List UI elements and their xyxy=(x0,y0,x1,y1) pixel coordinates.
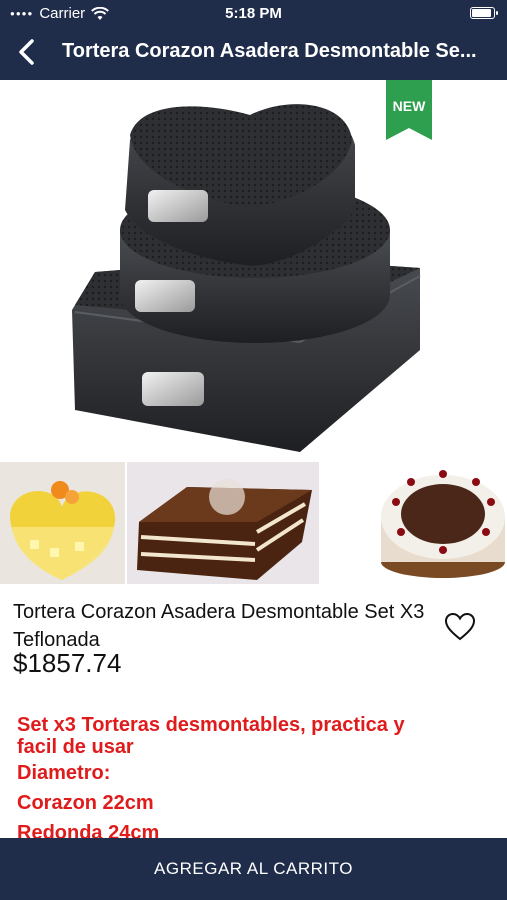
status-bar: ●●●● Carrier 5:18 PM xyxy=(0,0,507,28)
add-to-cart-button[interactable]: AGREGAR AL CARRITO xyxy=(0,838,507,900)
new-badge-label-wrap: NEW xyxy=(386,80,432,140)
product-price: $1857.74 xyxy=(13,648,122,678)
favorite-button[interactable] xyxy=(444,612,476,642)
status-time: 5:18 PM xyxy=(225,5,282,22)
description-line: Redonda 24cm xyxy=(17,822,160,838)
navigation-bar: ●●●● Carrier 5:18 PM Tortera Corazon Asa… xyxy=(0,0,507,80)
chevron-left-icon xyxy=(19,39,34,65)
black-forest-cake-thumbnail xyxy=(321,462,507,584)
product-main-image[interactable]: NEW xyxy=(0,80,507,462)
heart-cake-thumbnail xyxy=(0,462,125,584)
thumbnail-3[interactable] xyxy=(321,462,507,584)
heart-outline-icon xyxy=(444,612,476,641)
add-to-cart-label: AGREGAR AL CARRITO xyxy=(154,859,353,878)
nav-title: Tortera Corazon Asadera Desmontable Se..… xyxy=(62,40,477,62)
battery-icon xyxy=(470,7,498,19)
chocolate-cake-thumbnail xyxy=(127,462,319,584)
description-line: Corazon 22cm xyxy=(17,792,154,814)
description-line: Diametro: xyxy=(17,762,111,784)
product-description: Set x3 Torteras desmontables, practica y… xyxy=(17,710,487,838)
battery-level xyxy=(472,9,491,17)
back-button[interactable] xyxy=(12,36,40,68)
thumbnail-strip xyxy=(0,462,507,584)
thumbnail-1[interactable] xyxy=(0,462,125,584)
new-badge-label: NEW xyxy=(392,98,426,114)
thumbnail-2[interactable] xyxy=(127,462,319,584)
product-title: Tortera Corazon Asadera Desmontable Set … xyxy=(13,601,425,651)
